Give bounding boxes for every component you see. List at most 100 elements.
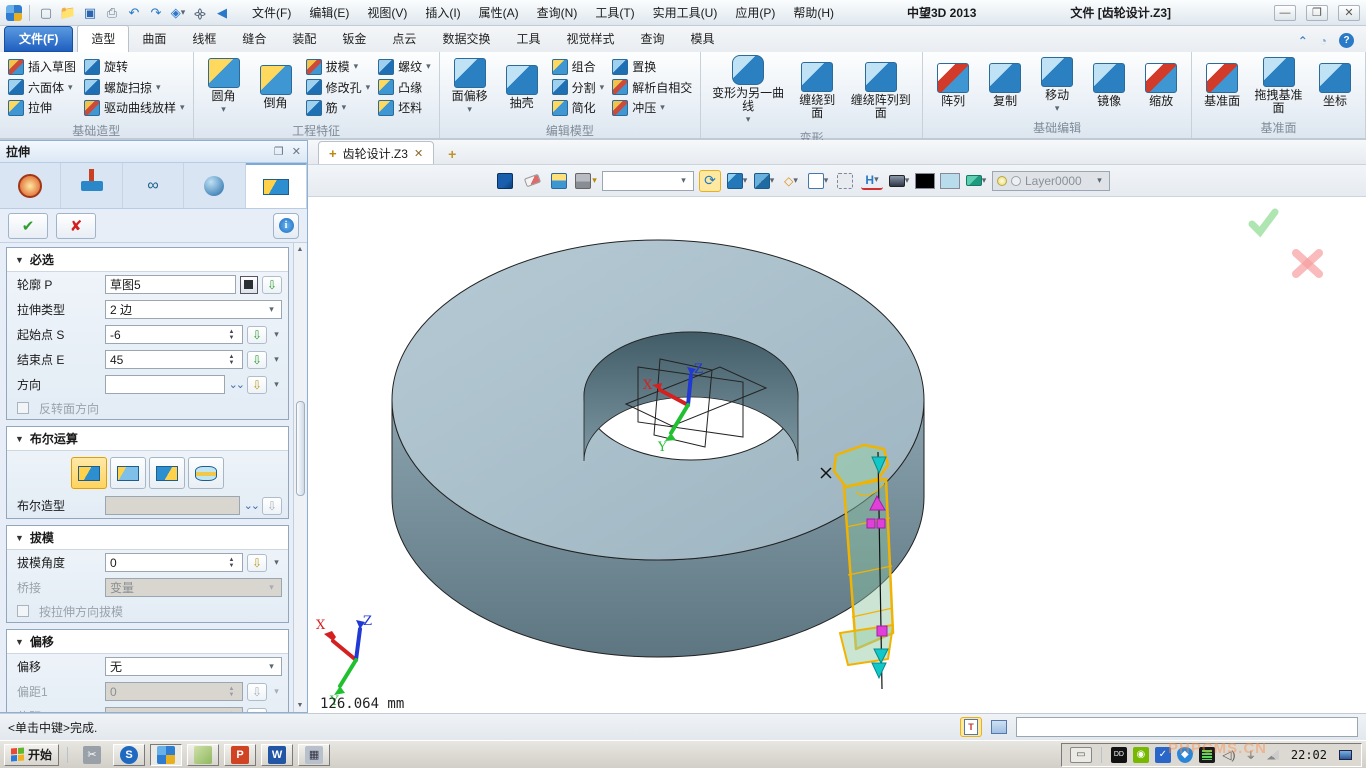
clock[interactable]: 22:02 — [1287, 748, 1331, 762]
menu-applications[interactable]: 应用(P) — [726, 2, 784, 23]
style-icon[interactable]: ◔ — [1320, 34, 1327, 48]
tab-inquire[interactable]: 查询 — [627, 26, 677, 52]
simplify-button[interactable]: 简化 — [552, 98, 605, 117]
thread-button[interactable]: 螺纹▾ — [378, 57, 431, 76]
menu-insert[interactable]: 插入(I) — [416, 2, 469, 23]
sphere-tab-icon[interactable] — [184, 163, 245, 208]
extrude-button[interactable]: 拉伸 — [8, 98, 76, 117]
status-input[interactable] — [1016, 717, 1358, 737]
profile-input[interactable]: 草图5 — [105, 275, 236, 294]
power-icon[interactable]: ⏚ — [1243, 747, 1259, 763]
wrap-pattern-to-face-button[interactable]: 缠绕阵列到面 — [847, 62, 914, 120]
quick-access-dropdown-icon[interactable]: ᯽ — [191, 4, 209, 22]
end-pick-icon[interactable]: ⇩ — [247, 351, 267, 369]
cancel-button[interactable]: ✘ — [56, 213, 96, 239]
driven-curve-loft-button[interactable]: 驱动曲线放样▾ — [84, 98, 185, 117]
filter-icon[interactable]: ▾ — [575, 170, 597, 192]
glasses-tab-icon[interactable]: ∞ — [123, 163, 184, 208]
viewport-3d[interactable]: X Z Y — [308, 197, 1366, 713]
revolve-button[interactable]: 旋转 — [84, 57, 185, 76]
tab-surface[interactable]: 曲面 — [129, 26, 179, 52]
wireframe-view-icon[interactable]: ◇▾ — [780, 170, 802, 192]
menu-help[interactable]: 帮助(H) — [784, 2, 843, 23]
divide-button[interactable]: 分割▾ — [552, 78, 605, 97]
direction-dropdown-icon[interactable]: ▾ — [271, 379, 282, 390]
datum-display-icon[interactable] — [548, 170, 570, 192]
direction-expand-icon[interactable]: ⌄⌄ — [229, 378, 243, 391]
box-button[interactable]: 六面体▾ — [8, 78, 76, 97]
panel-scrollbar-thumb[interactable] — [296, 401, 305, 496]
replace-button[interactable]: 置换 — [612, 57, 692, 76]
rib-button[interactable]: 筋▾ — [306, 98, 371, 117]
section-offset-header[interactable]: ▼偏移 — [7, 630, 288, 654]
scale-icon[interactable] — [834, 170, 856, 192]
menu-file[interactable]: 文件(F) — [243, 2, 300, 23]
collapse-ribbon-icon[interactable]: ⌃ — [1298, 34, 1308, 48]
dolby-icon[interactable]: DD — [1111, 747, 1127, 763]
restore-icon[interactable]: ❐ — [1306, 5, 1328, 21]
zw3d-icon[interactable] — [150, 744, 182, 766]
boolean-add-icon[interactable] — [110, 457, 146, 489]
boolean-base-icon[interactable] — [71, 457, 107, 489]
draft-dropdown-icon[interactable]: ▾ — [271, 557, 282, 568]
document-tab[interactable]: + 齿轮设计.Z3 ✕ — [318, 141, 434, 164]
boolean-intersect-icon[interactable] — [188, 457, 224, 489]
insert-sketch-button[interactable]: 插入草图 — [8, 57, 76, 76]
draft-by-direction-checkbox[interactable] — [17, 605, 29, 617]
walk-exit-icon[interactable] — [494, 170, 516, 192]
scale-button[interactable]: 缩放 — [1139, 63, 1183, 108]
chamfer-button[interactable]: 倒角 — [254, 65, 298, 110]
boolean-expand-icon[interactable]: ⌄⌄ — [244, 499, 258, 512]
move-button[interactable]: 移动▾ — [1035, 57, 1079, 115]
combine-button[interactable]: 组合 — [552, 57, 605, 76]
chart-icon[interactable] — [1199, 747, 1215, 763]
stock-button[interactable]: 坯料 — [378, 98, 431, 117]
redo-icon[interactable]: ↷ — [147, 4, 165, 22]
monitor-icon[interactable]: ▾ — [888, 170, 910, 192]
fillet-button[interactable]: 圆角▾ — [202, 58, 246, 116]
direction-input[interactable] — [105, 375, 225, 394]
face-offset-button[interactable]: 面偏移▾ — [448, 58, 492, 116]
view-combo[interactable]: ▾ — [602, 171, 694, 191]
speaker-icon[interactable]: ◁) — [1221, 747, 1237, 763]
joystick-tab-icon[interactable] — [61, 163, 122, 208]
word-icon[interactable]: W — [261, 744, 293, 766]
calculator-icon[interactable]: ▦ — [298, 744, 330, 766]
punch-button[interactable]: 冲压▾ — [612, 98, 692, 117]
draft-pick-icon[interactable]: ⇩ — [247, 554, 267, 572]
black-color-swatch[interactable] — [915, 173, 935, 189]
end-input[interactable]: 45▲▼ — [105, 350, 243, 369]
start-pick-icon[interactable]: ⇩ — [247, 326, 267, 344]
extrude-type-select[interactable]: 2 边▾ — [105, 300, 282, 319]
rotate-gizmo-icon[interactable]: ◈▾ — [169, 4, 187, 22]
keyboard-icon[interactable]: ▭ — [1070, 747, 1092, 763]
print-icon[interactable]: ⎙ — [103, 4, 121, 22]
copy-button[interactable]: 复制 — [983, 63, 1027, 108]
update-icon[interactable]: ✓ — [1155, 747, 1171, 763]
tab-assembly[interactable]: 装配 — [279, 26, 329, 52]
draft-angle-input[interactable]: 0▲▼ — [105, 553, 243, 572]
tab-visualstyle[interactable]: 视觉样式 — [553, 26, 627, 52]
network-icon[interactable] — [1265, 747, 1281, 763]
section-draft-header[interactable]: ▼拔模 — [7, 526, 288, 550]
snipping-icon[interactable]: ✂ — [76, 744, 108, 766]
shell-button[interactable]: 抽壳 — [500, 65, 544, 110]
shield-icon[interactable]: ◆ — [1177, 747, 1193, 763]
menu-utilities[interactable]: 实用工具(U) — [644, 2, 727, 23]
spiral-sweep-button[interactable]: 螺旋扫掠▾ — [84, 78, 185, 97]
modify-hole-button[interactable]: 修改孔▾ — [306, 78, 371, 97]
datum-plane-button[interactable]: 基准面 — [1200, 63, 1244, 108]
input-toggle-icon[interactable]: T — [960, 717, 982, 737]
lip-button[interactable]: 凸缘 — [378, 78, 431, 97]
tab-mold[interactable]: 模具 — [678, 26, 728, 52]
panel-restore-icon[interactable]: ❐ — [274, 145, 284, 158]
extrude-tab-icon[interactable] — [246, 163, 307, 208]
layer-combo[interactable]: Layer0000▾ — [992, 171, 1110, 191]
morph-to-curve-button[interactable]: 变形为另一曲线▾ — [709, 55, 787, 126]
profile-pick-icon[interactable]: ⇩ — [262, 276, 282, 294]
end-dropdown-icon[interactable]: ▾ — [271, 354, 282, 365]
new-file-icon[interactable]: ▢ — [37, 4, 55, 22]
menu-inquire[interactable]: 查询(N) — [528, 2, 587, 23]
tab-sheetmetal[interactable]: 钣金 — [329, 26, 379, 52]
document-tab-close-icon[interactable]: ✕ — [414, 147, 423, 160]
